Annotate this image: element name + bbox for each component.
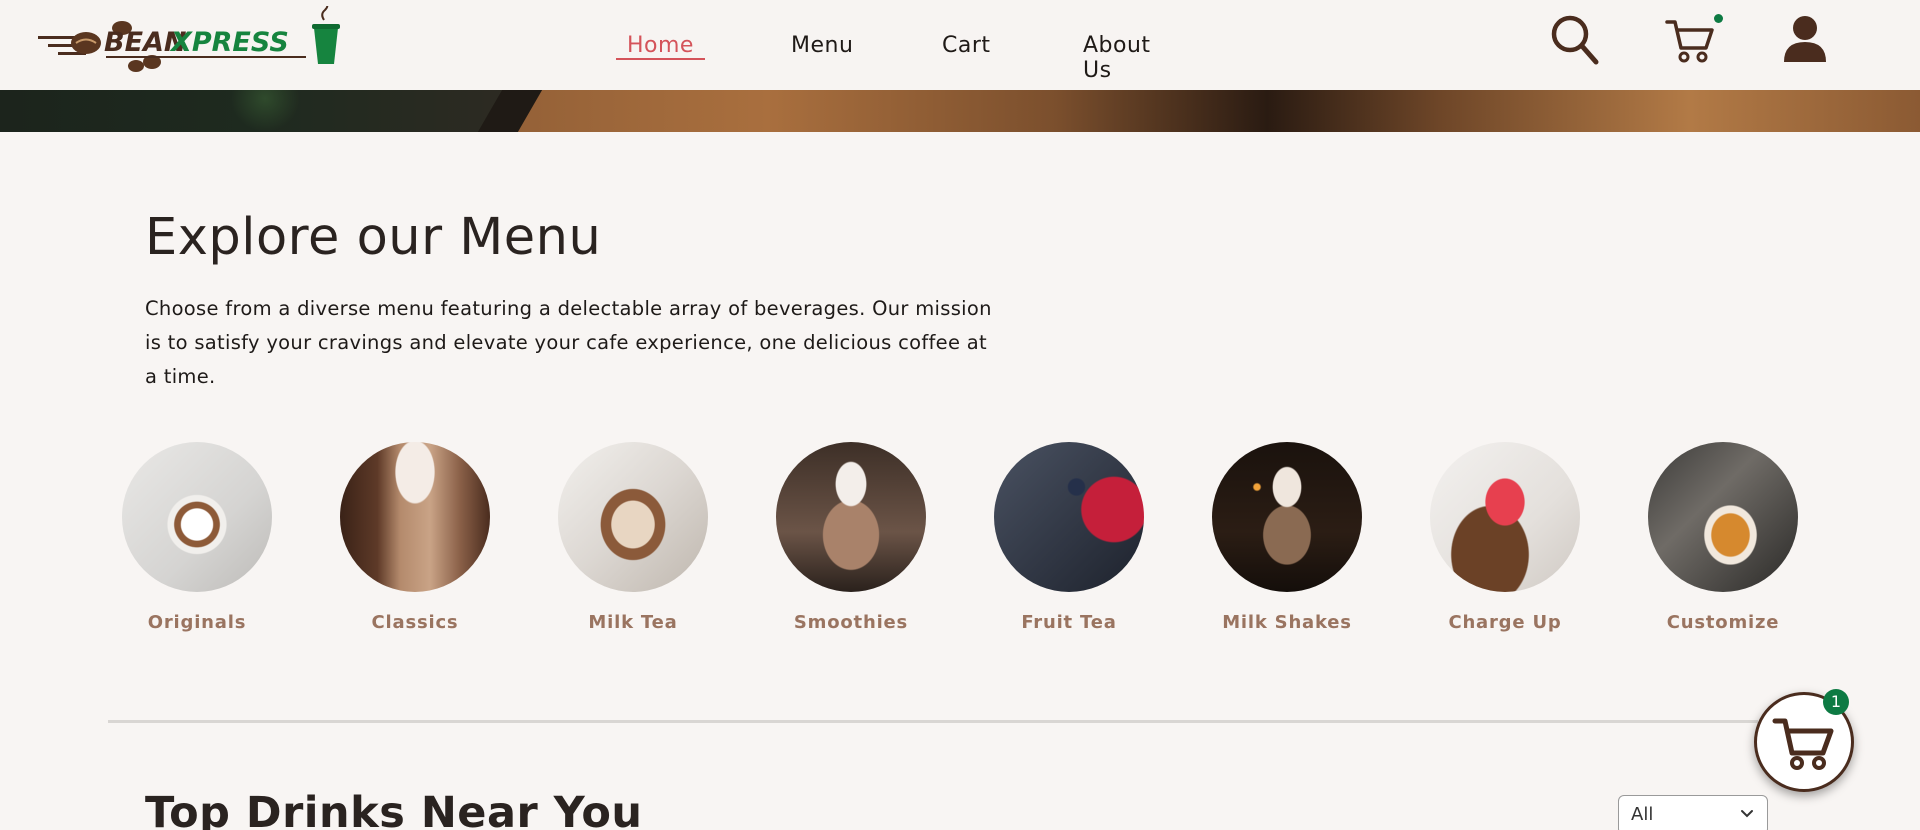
category-originals[interactable]: Originals <box>122 442 272 633</box>
category-customize[interactable]: Customize <box>1648 442 1798 633</box>
milk-tea-image[interactable] <box>558 442 708 592</box>
fruit-tea-image[interactable] <box>994 442 1144 592</box>
category-charge-up[interactable]: Charge Up <box>1430 442 1580 633</box>
category-smoothies[interactable]: Smoothies <box>776 442 926 633</box>
category-milk-tea[interactable]: Milk Tea <box>558 442 708 633</box>
nav-about-us[interactable]: About Us <box>1083 33 1151 83</box>
user-icon[interactable] <box>1782 14 1828 64</box>
section-divider <box>108 720 1758 723</box>
customize-image[interactable] <box>1648 442 1798 592</box>
explore-menu-title: Explore our Menu <box>145 208 602 267</box>
chevron-down-icon <box>1741 810 1753 818</box>
top-drinks-title: Top Drinks Near You <box>145 788 643 830</box>
cart-icon[interactable] <box>1664 16 1718 64</box>
beanxpress-logo[interactable]: BEAN XPRESS <box>36 6 346 76</box>
category-milk-shakes[interactable]: Milk Shakes <box>1212 442 1362 633</box>
originals-image[interactable] <box>122 442 272 592</box>
active-nav-underline <box>616 58 705 60</box>
explore-menu-description: Choose from a diverse menu featuring a d… <box>145 297 992 388</box>
charge-up-image[interactable] <box>1430 442 1580 592</box>
cart-notification-dot <box>1714 14 1723 23</box>
milk-shakes-image[interactable] <box>1212 442 1362 592</box>
category-label[interactable]: Milk Shakes <box>1182 612 1392 633</box>
svg-text:XPRESS: XPRESS <box>169 27 289 58</box>
cart-count-badge: 1 <box>1823 689 1849 715</box>
site-header: BEAN XPRESS Home Menu Cart About Us <box>0 0 1920 90</box>
search-icon[interactable] <box>1550 14 1600 66</box>
nav-cart[interactable]: Cart <box>942 33 991 58</box>
top-drinks-filter-select[interactable]: All <box>1618 795 1768 830</box>
category-label[interactable]: Milk Tea <box>528 612 738 633</box>
nav-menu[interactable]: Menu <box>791 33 853 58</box>
category-label[interactable]: Classics <box>310 612 520 633</box>
category-label[interactable]: Smoothies <box>746 612 956 633</box>
category-classics[interactable]: Classics <box>340 442 490 633</box>
category-label[interactable]: Customize <box>1618 612 1828 633</box>
classics-image[interactable] <box>340 442 490 592</box>
smoothies-image[interactable] <box>776 442 926 592</box>
category-label[interactable]: Originals <box>92 612 302 633</box>
category-label[interactable]: Charge Up <box>1400 612 1610 633</box>
category-fruit-tea[interactable]: Fruit Tea <box>994 442 1144 633</box>
filter-selected-value: All <box>1631 804 1654 825</box>
nav-home[interactable]: Home <box>627 33 694 58</box>
category-label[interactable]: Fruit Tea <box>964 612 1174 633</box>
hero-image-strip <box>0 90 1920 132</box>
